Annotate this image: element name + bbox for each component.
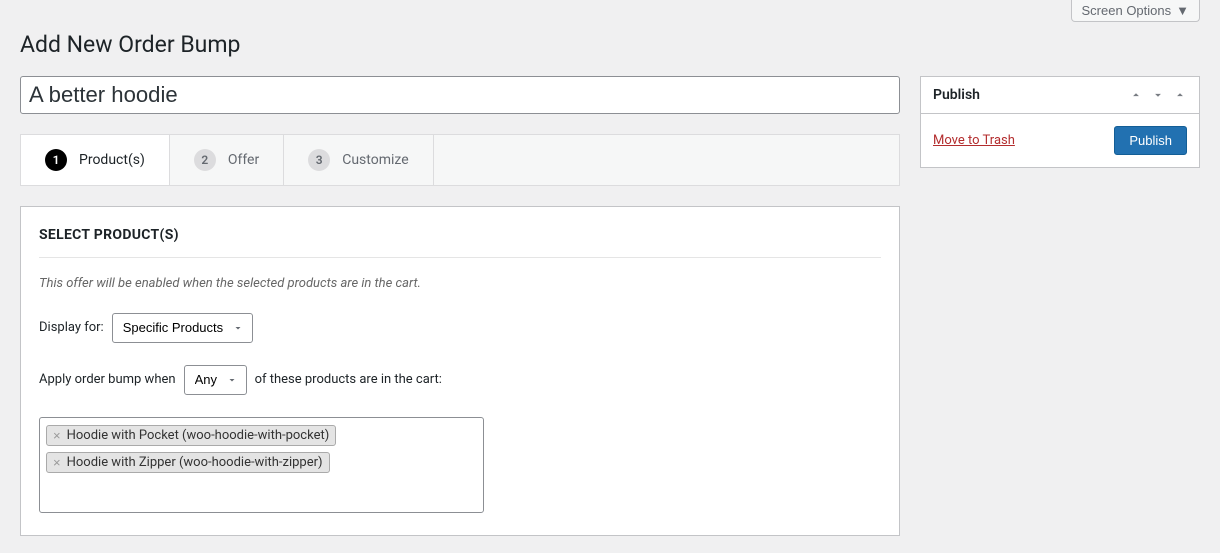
publish-button[interactable]: Publish bbox=[1114, 126, 1187, 155]
page-title: Add New Order Bump bbox=[20, 22, 1200, 62]
metabox-order-down-icon[interactable] bbox=[1151, 88, 1165, 102]
tab-number: 3 bbox=[308, 149, 330, 171]
metabox-toggle-icon[interactable] bbox=[1173, 88, 1187, 102]
display-for-label: Display for: bbox=[39, 320, 104, 335]
tab-offer[interactable]: 2 Offer bbox=[170, 135, 284, 185]
remove-tag-icon[interactable]: × bbox=[51, 456, 63, 469]
tab-number: 2 bbox=[194, 149, 216, 171]
move-to-trash-link[interactable]: Move to Trash bbox=[933, 133, 1015, 148]
display-for-select[interactable]: Specific Products bbox=[112, 313, 253, 343]
section-heading: SELECT PRODUCT(S) bbox=[39, 227, 881, 258]
apply-pre-text: Apply order bump when bbox=[39, 372, 176, 387]
publish-heading: Publish bbox=[933, 87, 980, 103]
chevron-down-icon: ▼ bbox=[1176, 3, 1189, 18]
product-tag: × Hoodie with Pocket (woo-hoodie-with-po… bbox=[46, 425, 336, 446]
product-tag-label: Hoodie with Pocket (woo-hoodie-with-pock… bbox=[67, 428, 330, 443]
tab-customize[interactable]: 3 Customize bbox=[284, 135, 433, 185]
apply-post-text: of these products are in the cart: bbox=[255, 372, 442, 387]
tab-label: Product(s) bbox=[79, 152, 145, 168]
steps-tabs: 1 Product(s) 2 Offer 3 Customize bbox=[20, 134, 900, 186]
tab-label: Offer bbox=[228, 152, 259, 168]
apply-condition-select[interactable]: Any bbox=[184, 365, 247, 395]
publish-metabox: Publish Move to Trash Publish bbox=[920, 76, 1200, 168]
section-hint: This offer will be enabled when the sele… bbox=[39, 276, 881, 291]
tab-label: Customize bbox=[342, 152, 408, 168]
select-products-panel: SELECT PRODUCT(S) This offer will be ena… bbox=[20, 206, 900, 536]
order-bump-title-input[interactable] bbox=[20, 76, 900, 114]
metabox-order-up-icon[interactable] bbox=[1129, 88, 1143, 102]
product-tag: × Hoodie with Zipper (woo-hoodie-with-zi… bbox=[46, 452, 330, 473]
tab-number: 1 bbox=[45, 149, 67, 171]
screen-options-button[interactable]: Screen Options ▼ bbox=[1071, 0, 1200, 22]
products-multiselect[interactable]: × Hoodie with Pocket (woo-hoodie-with-po… bbox=[39, 417, 484, 513]
screen-options-label: Screen Options bbox=[1082, 3, 1172, 18]
tab-products[interactable]: 1 Product(s) bbox=[21, 135, 170, 185]
remove-tag-icon[interactable]: × bbox=[51, 429, 63, 442]
product-tag-label: Hoodie with Zipper (woo-hoodie-with-zipp… bbox=[67, 455, 323, 470]
